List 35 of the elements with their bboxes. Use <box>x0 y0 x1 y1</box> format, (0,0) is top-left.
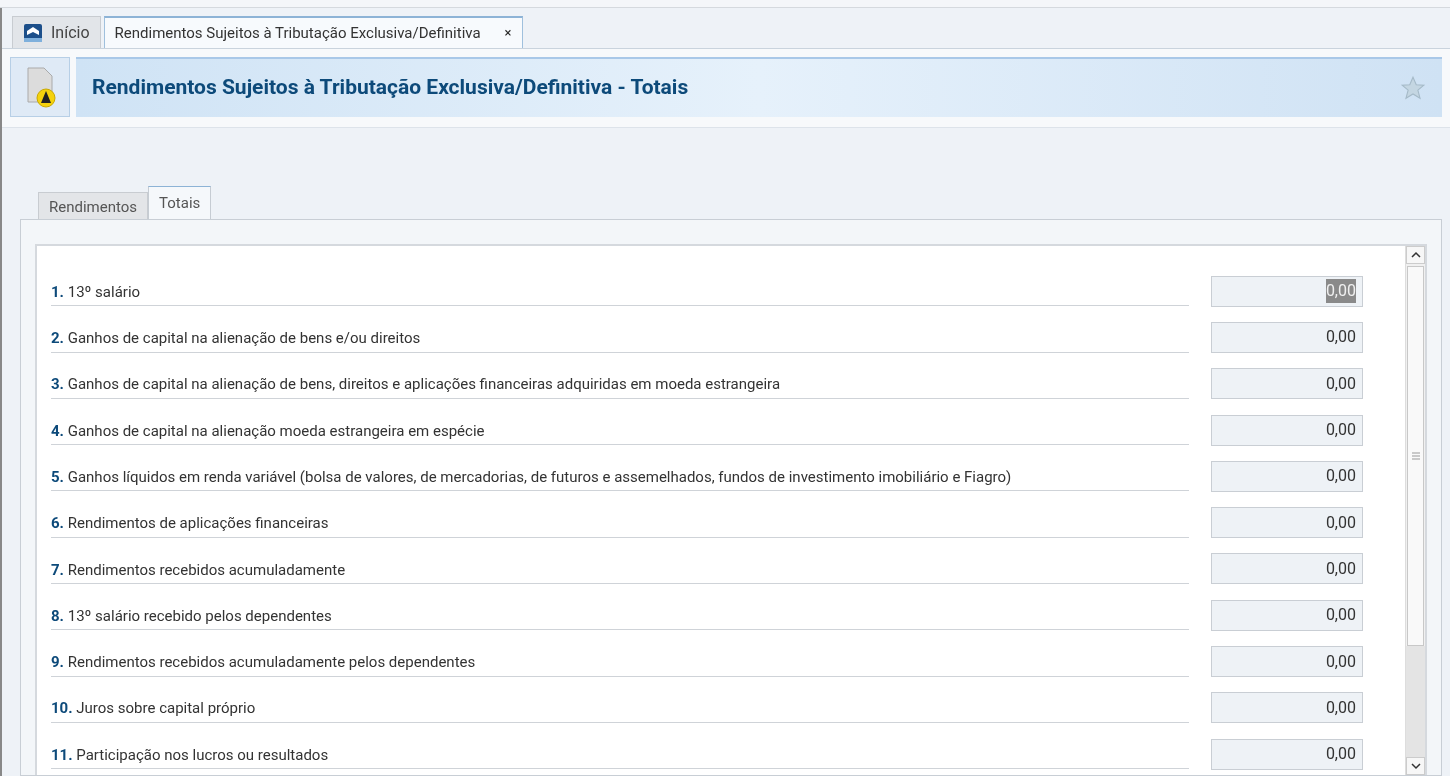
chevron-down-icon[interactable] <box>1410 762 1421 770</box>
app-logo-icon <box>23 22 43 43</box>
amount-field[interactable]: 0,00 <box>1211 599 1363 631</box>
field-label: 2. Ganhos de capital na alienação de bens e/ou direitos <box>51 327 1189 353</box>
field-label: 3. Ganhos de capital na alienação de bens, direitos e aplicações financeiras adquiridas em moeda estrangeira <box>51 373 1189 399</box>
page-title: Rendimentos Sujeitos à Tributação Exclusiva/Definitiva - Totais <box>92 74 689 102</box>
tab[interactable]: Rendimentos <box>38 192 149 219</box>
scrollbar-thumb[interactable] <box>1407 266 1424 646</box>
field-label: 9. Rendimentos recebidos acumuladamente pelos dependentes <box>51 651 1189 677</box>
field-label: 6. Rendimentos de aplicações financeiras <box>51 512 1189 538</box>
amount-field[interactable]: 0,00 <box>1211 738 1363 770</box>
amount-field[interactable]: 0,00 <box>1211 646 1363 677</box>
star-icon[interactable] <box>1400 75 1426 101</box>
field-label: 1. 13º salário <box>51 280 1189 307</box>
close-button[interactable]: × <box>504 23 512 43</box>
amount-field[interactable]: 0,00 <box>1211 321 1363 353</box>
document-tab[interactable]: Início <box>12 16 101 48</box>
amount-field[interactable]: 0,00 <box>1211 368 1363 400</box>
chevron-up-icon[interactable] <box>1410 251 1421 259</box>
field-label: 11. Participação nos lucros ou resultados <box>51 743 1189 770</box>
field-label: 7. Rendimentos recebidos acumuladamente <box>51 558 1189 585</box>
amount-field[interactable]: 0,00 <box>1211 460 1363 492</box>
amount-field[interactable]: 0,00 <box>1211 507 1363 539</box>
amount-field[interactable]: 0,00 <box>1211 414 1363 446</box>
document-tab[interactable]: Rendimentos Sujeitos à Tributação Exclusiva/Definitiva × <box>103 16 523 48</box>
field-label: 10. Juros sobre capital próprio <box>51 697 1189 723</box>
field-label: 4. Ganhos de capital na alienação moeda estrangeira em espécie <box>51 419 1189 446</box>
tab[interactable]: Totais <box>148 186 212 219</box>
document-warning-icon <box>10 57 70 117</box>
field-label: 8. 13º salário recebido pelos dependentes <box>51 604 1189 631</box>
amount-field[interactable]: 0,00 <box>1211 692 1363 724</box>
grip-icon <box>1410 452 1421 460</box>
amount-field[interactable]: 0,00 <box>1211 553 1363 585</box>
field-label: 5. Ganhos líquidos em renda variável (bolsa de valores, de mercadorias, de futuros e assemelhados, fundos de investimento imobiliário e Fiagro) <box>51 466 1189 492</box>
scrollbar[interactable] <box>1405 246 1425 775</box>
